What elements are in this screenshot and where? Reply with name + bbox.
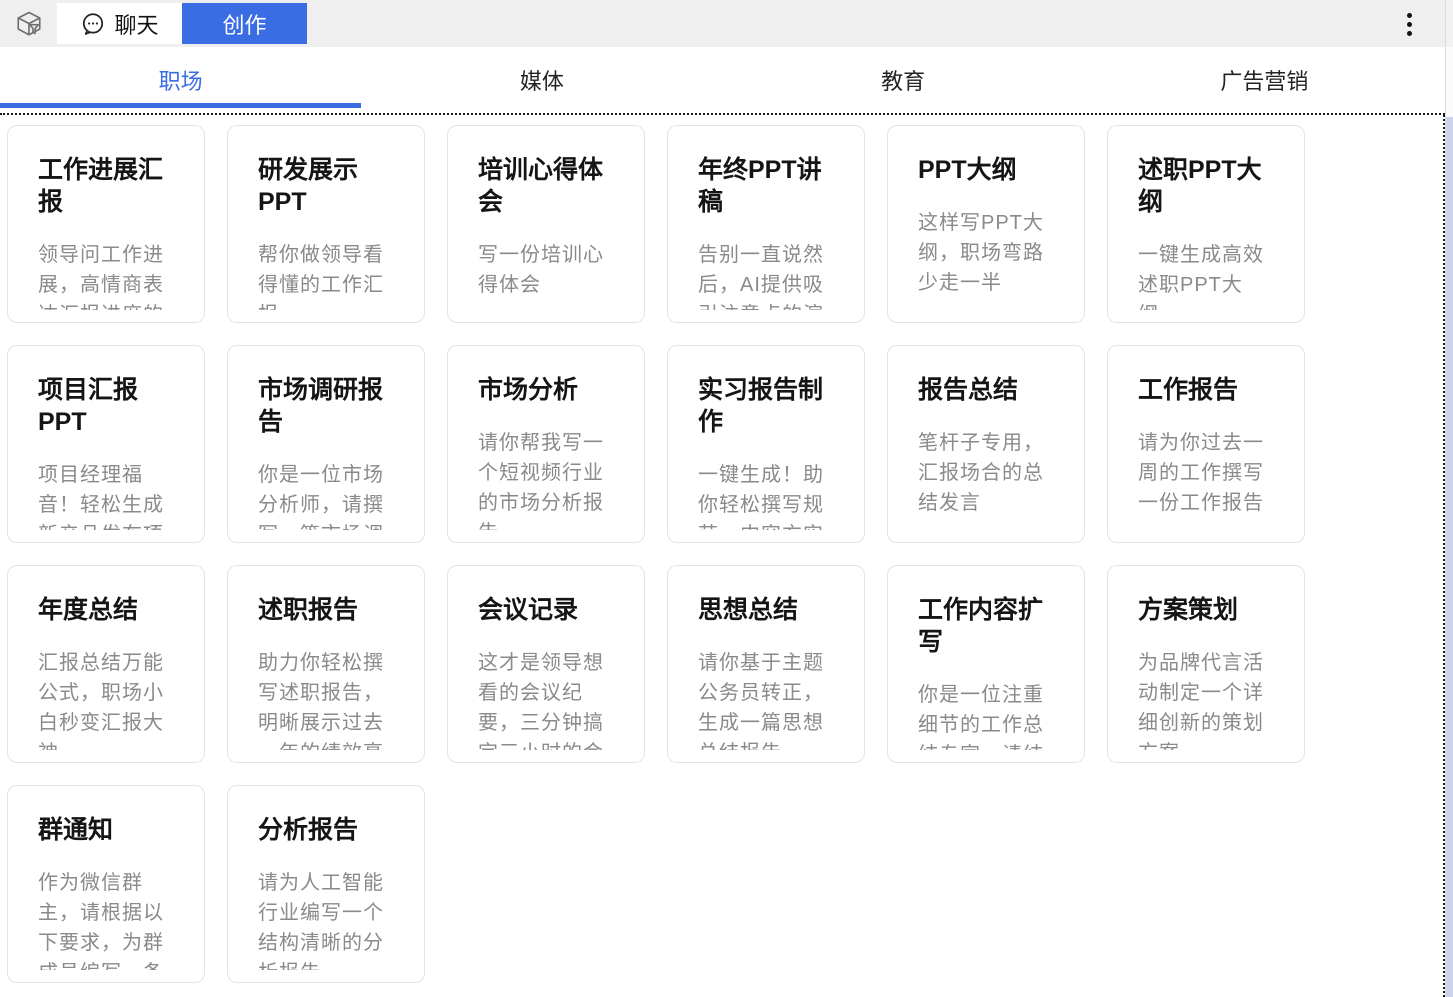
card-description: 一键生成！助 你轻松撰写规 范、内容充实 [698,460,836,530]
card-description: 笔杆子专用， 汇报场合的总 结发言 [918,428,1056,518]
category-tab-3[interactable]: 广告营销 [1084,47,1445,113]
card-title: 工作内容扩 写 [918,594,1056,658]
card-description: 你是一位市场 分析师，请撰 写一篇市场调 [258,460,396,530]
card-description: 助力你轻松撰 写述职报告， 明晰展示过去 一年的绩效亮 [258,648,396,750]
card-title: 分析报告 [258,814,396,846]
template-card[interactable]: 项目汇报 PPT 项目经理福 音！轻松生成 新产品发布项 [7,345,205,543]
mode-tab-group: 聊天 创作 [57,3,307,44]
category-tab-label: 教育 [881,64,925,96]
card-description: 请你基于主题 公务员转正， 生成一篇思想 总结报告 [698,648,836,750]
card-description: 这样写PPT大 纲，职场弯路 少走一半 [918,208,1056,298]
template-card[interactable]: PPT大纲这样写PPT大 纲，职场弯路 少走一半 [887,125,1085,323]
template-card[interactable]: 研发展示 PPT 帮你做领导看 得懂的工作汇 报 [227,125,425,323]
card-title: 年度总结 [38,594,176,626]
category-tab-label: 媒体 [520,64,564,96]
card-description: 告别一直说然 后，AI提供吸 引注意点的演 [698,240,836,310]
active-tab-underline [0,103,361,108]
scrollbar-thumb[interactable] [1446,117,1453,997]
template-card[interactable]: 实习报告制 作一键生成！助 你轻松撰写规 范、内容充实 [667,345,865,543]
template-card[interactable]: 述职报告助力你轻松撰 写述职报告， 明晰展示过去 一年的绩效亮 [227,565,425,763]
card-title: 思想总结 [698,594,836,626]
category-tab-0[interactable]: 职场 [0,47,361,113]
template-card[interactable]: 工作进展汇 报领导问工作进 展，高情商表 达汇报进度的 [7,125,205,323]
card-description: 你是一位注重 细节的工作总 结专家，请结 [918,680,1056,750]
template-card[interactable]: 工作内容扩 写你是一位注重 细节的工作总 结专家，请结 [887,565,1085,763]
card-description: 汇报总结万能 公式，职场小 白秒变汇报大 神 [38,648,176,750]
card-title: 方案策划 [1138,594,1276,626]
category-tab-label: 广告营销 [1220,64,1308,96]
template-card[interactable]: 年度总结汇报总结万能 公式，职场小 白秒变汇报大 神 [7,565,205,763]
template-card[interactable]: 群通知作为微信群 主，请根据以 下要求，为群 成员编写一条 [7,785,205,983]
card-title: 实习报告制 作 [698,374,836,438]
card-description: 领导问工作进 展，高情商表 达汇报进度的 [38,240,176,310]
card-title: 会议记录 [478,594,616,626]
template-card[interactable]: 年终PPT讲 稿告别一直说然 后，AI提供吸 引注意点的演 [667,125,865,323]
template-card[interactable]: 市场分析请你帮我写一 个短视频行业 的市场分析报 告 [447,345,645,543]
category-tab-1[interactable]: 媒体 [361,47,722,113]
category-tab-2[interactable]: 教育 [723,47,1084,113]
kebab-menu-icon[interactable] [1399,7,1419,41]
template-card-grid: 工作进展汇 报领导问工作进 展，高情商表 达汇报进度的研发展示 PPT帮你做领导… [7,125,1305,983]
template-card[interactable]: 思想总结请你基于主题 公务员转正， 生成一篇思想 总结报告 [667,565,865,763]
card-title: 述职PPT大 纲 [1138,154,1276,218]
card-description: 项目经理福 音！轻松生成 新产品发布项 [38,460,176,530]
card-description: 这才是领导想 看的会议纪 要，三分钟搞 定三小时的会 [478,648,616,750]
tab-create-label: 创作 [222,8,266,40]
card-title: PPT大纲 [918,154,1056,186]
card-title: 工作报告 [1138,374,1276,406]
chat-bubble-icon [80,11,106,37]
template-card[interactable]: 培训心得体 会写一份培训心 得体会 [447,125,645,323]
template-card[interactable]: 报告总结笔杆子专用， 汇报场合的总 结发言 [887,345,1085,543]
card-title: 年终PPT讲 稿 [698,154,836,218]
card-description: 请为人工智能 行业编写一个 结构清晰的分 析报告 [258,868,396,970]
card-title: 研发展示 PPT [258,154,396,218]
template-card[interactable]: 工作报告请为你过去一 周的工作撰写 一份工作报告 [1107,345,1305,543]
tab-chat-label: 聊天 [114,8,158,40]
card-description: 请你帮我写一 个短视频行业 的市场分析报 告 [478,428,616,530]
card-description: 作为微信群 主，请根据以 下要求，为群 成员编写一条 [38,868,176,970]
category-tab-label: 职场 [159,64,203,96]
card-title: 项目汇报 PPT [38,374,176,438]
card-title: 工作进展汇 报 [38,154,176,218]
card-description: 请为你过去一 周的工作撰写 一份工作报告 [1138,428,1276,518]
scrollbar[interactable] [1445,0,1453,997]
card-description: 为品牌代言活 动制定一个详 细创新的策划 方案 [1138,648,1276,750]
card-description: 写一份培训心 得体会 [478,240,616,300]
cube-3d-icon [12,7,46,41]
card-title: 培训心得体 会 [478,154,616,218]
category-tab-bar: 职场 媒体 教育 广告营销 [0,47,1445,115]
tab-chat[interactable]: 聊天 [57,3,182,44]
card-title: 述职报告 [258,594,396,626]
card-title: 市场分析 [478,374,616,406]
card-title: 市场调研报 告 [258,374,396,438]
template-card[interactable]: 市场调研报 告你是一位市场 分析师，请撰 写一篇市场调 [227,345,425,543]
template-card[interactable]: 方案策划为品牌代言活 动制定一个详 细创新的策划 方案 [1107,565,1305,763]
top-bar: 聊天 创作 [0,0,1445,47]
card-description: 帮你做领导看 得懂的工作汇 报 [258,240,396,310]
template-card[interactable]: 分析报告请为人工智能 行业编写一个 结构清晰的分 析报告 [227,785,425,983]
template-card[interactable]: 述职PPT大 纲一键生成高效 述职PPT大纲， 快速梳理重点 [1107,125,1305,323]
card-title: 报告总结 [918,374,1056,406]
card-description: 一键生成高效 述职PPT大纲， 快速梳理重点 [1138,240,1276,310]
card-title: 群通知 [38,814,176,846]
tab-create[interactable]: 创作 [182,3,307,44]
template-card[interactable]: 会议记录这才是领导想 看的会议纪 要，三分钟搞 定三小时的会 [447,565,645,763]
